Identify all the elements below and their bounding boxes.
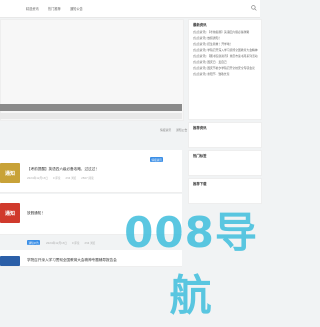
post-title[interactable]: 放假通知！ (27, 211, 45, 216)
widget-title: 热门标签 (193, 154, 207, 158)
hot-tags-widget: 热门标签 (188, 150, 262, 176)
post-meta: 2024年12月13日 0 评论 234 浏览 2567 阅读 (27, 176, 98, 180)
post-views: 234 浏览 (84, 242, 96, 245)
widget-title: 最新资讯 (193, 23, 207, 27)
post-card[interactable]: 通知 情报资讯 【考前提醒】英语四六级必备攻略，过过过！ 2024年12月13日… (0, 150, 182, 193)
post-thumbnail[interactable]: 通知 (0, 163, 20, 183)
category-badge[interactable]: 情报资讯 (150, 157, 164, 162)
hero-indicator-strip (0, 113, 182, 119)
category-badge[interactable]: 通知公告 (27, 240, 41, 245)
post-comments: 0 评论 (52, 177, 61, 180)
post-reads: 2567 阅读 (81, 177, 94, 180)
nav-item-3[interactable]: 通知公告 (70, 6, 89, 11)
post-date: 2024年12月13日 (46, 242, 67, 245)
post-views: 234 浏览 (65, 177, 77, 180)
search-icon[interactable] (251, 5, 257, 13)
nav-item-2[interactable]: 热门推荐 (48, 6, 67, 11)
hero-caption-bar (0, 104, 182, 111)
post-title[interactable]: 学院召开深入学习贯彻全国教育大会精神专题辅导报告会 (27, 258, 117, 263)
download-widget: 推荐下载 (188, 178, 262, 204)
tag-item[interactable]: 通知公告 (176, 128, 187, 132)
widget-title: 推荐下载 (193, 182, 207, 186)
post-comments: 0 评论 (71, 242, 80, 245)
post-card[interactable]: 学院召开深入学习贯彻全国教育大会精神专题辅导报告会 (0, 250, 182, 267)
nav-item-1[interactable]: 精选资讯 (26, 6, 45, 11)
post-meta: 2024年12月13日 0 评论 234 浏览 (46, 241, 99, 245)
post-thumbnail[interactable] (0, 256, 20, 266)
recommend-widget: 推荐资讯 (188, 122, 262, 148)
post-thumbnail[interactable]: 通知 (0, 203, 20, 223)
latest-item[interactable]: [信息资讯] 重阳节 · 致敬长辈 (193, 71, 261, 77)
widget-title: 推荐资讯 (193, 126, 207, 130)
post-date: 2024年12月13日 (27, 177, 48, 180)
post-card[interactable]: 通知 放假通知！ 通知公告 2024年12月13日 0 评论 234 浏览 (0, 194, 182, 245)
tag-item[interactable]: 情报资讯 (160, 128, 171, 132)
top-nav-bar: 精选资讯 热门推荐 通知公告 (0, 0, 260, 18)
post-title[interactable]: 【考前提醒】英语四六级必备攻略，过过过！ (27, 167, 99, 172)
tags-row: 情报资讯 通知公告 (160, 128, 191, 132)
latest-news-widget: 最新资讯 [信息资讯] 【考前提醒】英语四六级必备攻略 [信息资讯] 放假通知！… (188, 19, 262, 120)
